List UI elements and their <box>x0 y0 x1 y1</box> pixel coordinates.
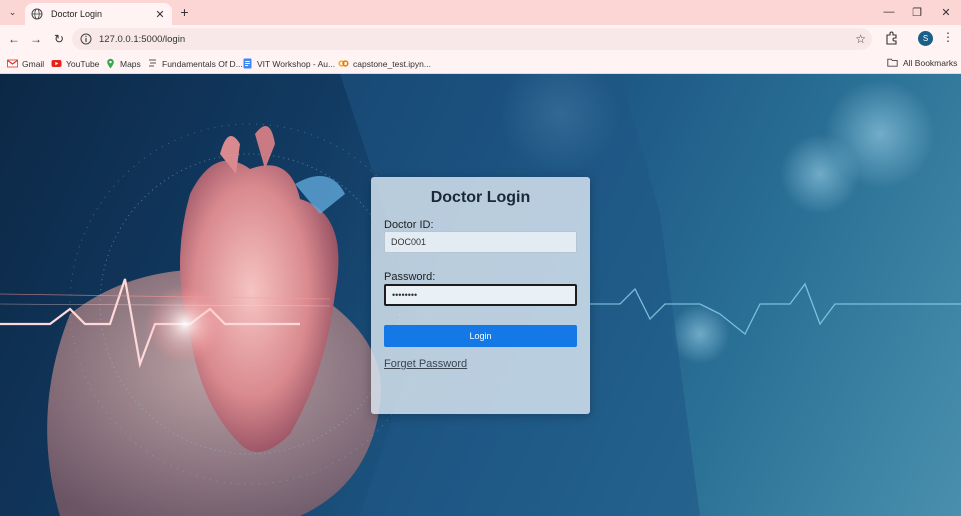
all-bookmarks[interactable]: All Bookmarks <box>887 57 957 68</box>
reload-icon[interactable]: ↻ <box>50 30 68 48</box>
minimize-icon[interactable]: — <box>876 2 902 22</box>
url-text: 127.0.0.1:5000/login <box>99 33 186 45</box>
restore-icon[interactable]: ❐ <box>904 2 930 22</box>
doctor-id-input[interactable]: DOC001 <box>384 231 577 253</box>
folder-icon <box>887 58 898 67</box>
fundamentals-icon <box>149 59 156 67</box>
back-icon[interactable]: ← <box>5 30 23 48</box>
colab-icon <box>338 60 349 67</box>
bookmark-fundamentals[interactable]: Fundamentals Of D... <box>147 57 243 70</box>
new-tab-icon[interactable]: + <box>176 3 193 20</box>
browser-toolbar: ← → ↻ 127.0.0.1:5000/login ☆ S ⋮ <box>0 25 961 53</box>
extensions-icon[interactable] <box>885 31 899 45</box>
close-tab-icon[interactable]: ✕ <box>154 8 166 21</box>
address-bar[interactable]: 127.0.0.1:5000/login ☆ <box>72 28 872 50</box>
login-card: Doctor Login Doctor ID: DOC001 Password:… <box>371 177 590 414</box>
bookmark-star-icon[interactable]: ☆ <box>855 32 866 46</box>
forward-icon[interactable]: → <box>27 30 45 48</box>
login-page: Doctor Login Doctor ID: DOC001 Password:… <box>0 74 961 516</box>
tab-search-icon[interactable]: ⌄ <box>4 4 21 21</box>
bookmark-gmail[interactable]: Gmail <box>7 57 44 70</box>
doctor-id-label: Doctor ID: <box>384 219 434 231</box>
bookmark-capstone[interactable]: capstone_test.ipyn... <box>338 57 431 70</box>
globe-icon <box>31 8 43 20</box>
bookmark-youtube[interactable]: YouTube <box>51 57 99 70</box>
forgot-password-link[interactable]: Forget Password <box>384 358 467 370</box>
profile-avatar[interactable]: S <box>918 31 933 46</box>
tab-doctor-login[interactable]: Doctor Login ✕ <box>25 3 172 25</box>
docs-icon <box>243 58 252 69</box>
page-title: Doctor Login <box>430 189 531 206</box>
close-window-icon[interactable]: ✕ <box>933 2 959 22</box>
password-input[interactable]: •••••••• <box>384 284 577 306</box>
login-button[interactable]: Login <box>384 325 577 347</box>
bookmark-vit-workshop[interactable]: VIT Workshop - Au... <box>242 57 335 70</box>
youtube-icon <box>51 60 62 67</box>
bookmarks-bar: Gmail YouTube Maps Fundamentals Of D... … <box>0 53 961 74</box>
tab-title: Doctor Login <box>51 9 103 19</box>
gmail-icon <box>7 59 18 68</box>
maps-icon <box>107 58 114 69</box>
bookmark-maps[interactable]: Maps <box>105 57 141 70</box>
menu-icon[interactable]: ⋮ <box>942 30 954 44</box>
tab-strip: ⌄ Doctor Login ✕ + — ❐ ✕ <box>0 0 961 25</box>
password-label: Password: <box>384 271 436 283</box>
site-info-icon[interactable] <box>80 33 92 45</box>
